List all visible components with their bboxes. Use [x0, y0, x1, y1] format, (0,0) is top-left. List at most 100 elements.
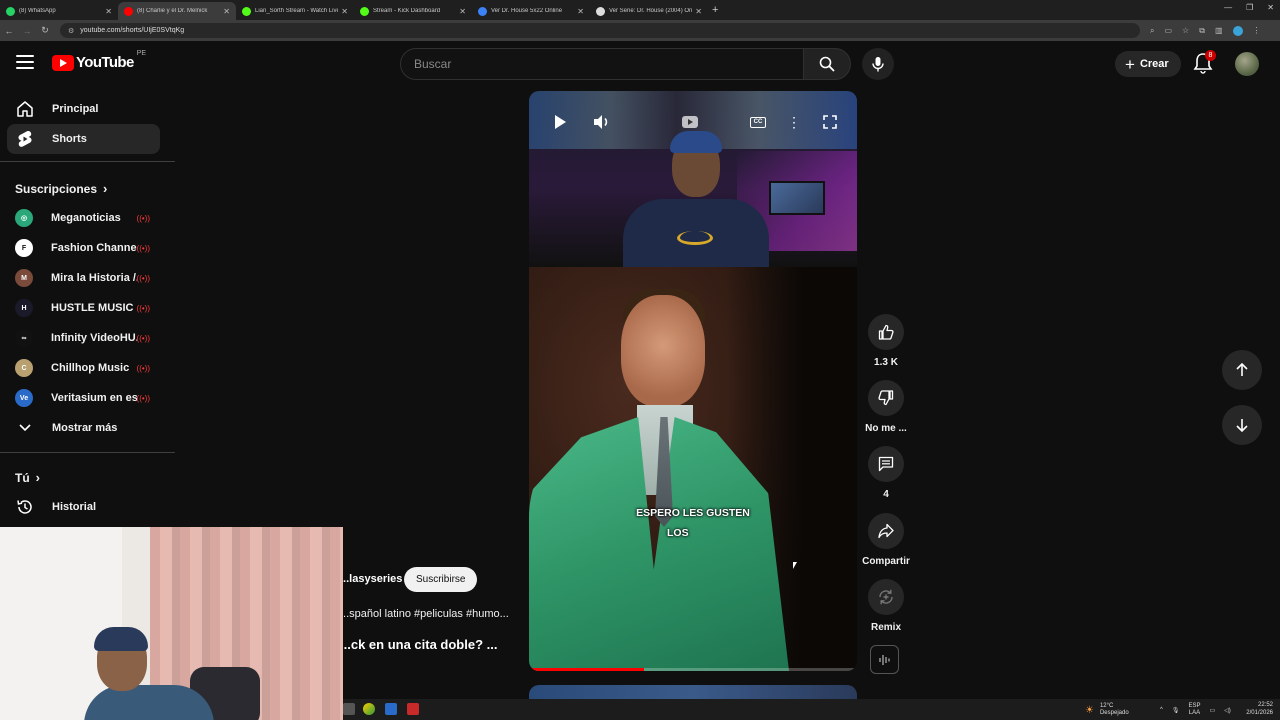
show-more-button[interactable]: Mostrar más — [7, 413, 160, 443]
language-indicator[interactable]: ESP LAA — [1188, 703, 1200, 717]
tab-close-icon[interactable]: ✕ — [105, 7, 112, 16]
browser-tab[interactable]: (8) WhatsApp ✕ — [0, 2, 118, 20]
browser-tab[interactable]: Ver Dr. House 5x22 Online ✕ — [472, 2, 590, 20]
chrome-taskbar-icon[interactable] — [363, 703, 375, 715]
zoom-icon[interactable]: ⌕ — [1150, 26, 1154, 36]
bookmark-star-icon[interactable]: ☆ — [1182, 26, 1189, 36]
video-progress-bar[interactable] — [529, 668, 857, 671]
sidebar-channel-item[interactable]: ∞ Infinity VideoHU... ((•)) — [7, 323, 160, 353]
tab-close-icon[interactable]: ✕ — [577, 7, 584, 16]
channel-avatar: C — [15, 359, 33, 377]
sidebar: Principal Shorts Suscripciones › ◎ Megano… — [0, 87, 175, 527]
create-button[interactable]: + Crear — [1115, 51, 1181, 77]
comments-action: 4 — [860, 446, 912, 500]
sidebar-item-label: Principal — [52, 103, 99, 115]
subscriptions-heading[interactable]: Suscripciones › — [15, 181, 107, 196]
subscribe-button[interactable]: Suscribirse — [404, 567, 478, 592]
extensions-icon[interactable]: ⧉ — [1199, 26, 1205, 36]
sidebar-channel-item[interactable]: H HUSTLE MUSIC (...((•)) — [7, 293, 160, 323]
captions-icon[interactable]: CC — [747, 113, 769, 131]
tray-chevron-icon[interactable]: ^ — [1160, 707, 1163, 713]
dislike-button[interactable] — [868, 380, 904, 416]
live-indicator-icon: ((•)) — [136, 273, 150, 283]
previous-short-button[interactable] — [1222, 350, 1262, 390]
youtube-logo[interactable]: YouTube PE — [52, 50, 146, 71]
sidebar-item-shorts[interactable]: Shorts — [7, 124, 160, 154]
sidebar-item-principal[interactable]: Principal — [7, 94, 160, 124]
hamburger-menu-icon[interactable] — [16, 55, 34, 69]
cast-icon[interactable]: ▭ — [1164, 26, 1172, 36]
close-window-icon[interactable]: ✕ — [1267, 3, 1274, 12]
app-taskbar-icon[interactable] — [407, 703, 419, 715]
subscribe-label: Suscribirse — [416, 574, 466, 585]
tab-favicon-icon — [124, 6, 133, 16]
browser-tab[interactable]: Lian_Sorth Stream - Watch Live ✕ — [236, 2, 354, 20]
next-short-button[interactable] — [1222, 405, 1262, 445]
share-button[interactable] — [868, 513, 904, 549]
steam-taskbar-icon[interactable] — [385, 703, 397, 715]
browser-tab[interactable]: Ver Serie: Dr. House (2004) Onl ✕ — [590, 2, 708, 20]
short-title[interactable]: ...ck en una cita doble? ... — [340, 637, 497, 652]
weather-icon: ☀ — [1085, 704, 1094, 716]
share-label: Compartir — [862, 556, 910, 567]
sidebar-channel-item[interactable]: M Mira la Historia /... ((•)) — [7, 263, 160, 293]
volume-icon[interactable] — [591, 113, 613, 131]
taskbar-clock[interactable]: 22:52 2/01/2026 — [1241, 701, 1273, 717]
search-button[interactable] — [803, 48, 851, 80]
tab-title: Ver Serie: Dr. House (2004) Onl — [609, 8, 693, 14]
thumbs-down-icon — [878, 390, 894, 406]
like-button[interactable] — [868, 314, 904, 350]
arrow-up-icon — [1236, 362, 1248, 376]
subtitle-line-1: ESPERO LES GUSTEN — [636, 507, 750, 519]
network-icon[interactable]: ▭ — [1209, 707, 1215, 714]
shorts-video-player[interactable]: CC ⋮ ESPERO LES GUSTEN LOS — [529, 91, 857, 671]
new-tab-button[interactable]: + — [712, 4, 718, 16]
like-count: 1.3 K — [874, 357, 898, 368]
tab-close-icon[interactable]: ✕ — [459, 7, 466, 16]
back-icon[interactable]: ← — [0, 26, 18, 36]
remix-button[interactable] — [868, 579, 904, 615]
channel-name: Meganoticias — [51, 212, 121, 224]
speaker-icon[interactable]: ◁) — [1224, 707, 1231, 714]
profile-icon[interactable] — [1232, 25, 1243, 36]
tab-close-icon[interactable]: ✕ — [223, 7, 230, 16]
sidebar-item-historial[interactable]: Historial — [7, 492, 160, 522]
account-avatar[interactable] — [1235, 52, 1259, 76]
short-channel-name[interactable]: ...lasyseries — [340, 573, 402, 585]
sidebar-channel-item[interactable]: C Chillhop Music ((•)) — [7, 353, 160, 383]
play-icon[interactable] — [549, 113, 571, 131]
channel-name: Veritasium en espa... — [51, 392, 137, 404]
search-input[interactable]: Buscar — [400, 48, 804, 80]
original-audio-button[interactable] — [870, 645, 899, 674]
streamer-figure — [619, 131, 769, 269]
more-options-icon[interactable]: ⋮ — [783, 113, 805, 131]
address-bar[interactable]: ⚙ youtube.com/shorts/UIjE0SVtqKg — [60, 23, 1140, 38]
tab-close-icon[interactable]: ✕ — [695, 7, 702, 16]
browser-tab[interactable]: Stream - Kick Dashboard ✕ — [354, 2, 472, 20]
comments-button[interactable] — [868, 446, 904, 482]
you-heading[interactable]: Tú › — [15, 470, 40, 485]
browser-menu-icon[interactable]: ⋮ — [1253, 26, 1261, 36]
voice-search-button[interactable] — [862, 48, 894, 80]
restore-icon[interactable]: ❐ — [1246, 3, 1253, 12]
taskbar-app-icon[interactable] — [343, 703, 355, 715]
webcam-person — [84, 685, 214, 720]
sidebar-icon[interactable]: ▥ — [1215, 26, 1223, 36]
forward-icon[interactable]: → — [18, 26, 36, 36]
weather-widget[interactable]: ☀ 12°C Despejado — [1085, 701, 1129, 719]
notifications-button[interactable]: 8 — [1193, 50, 1217, 76]
browser-tab[interactable]: (8) Charlie y el Dr. Melnick ✕ — [118, 2, 236, 20]
site-info-icon[interactable]: ⚙ — [68, 27, 74, 35]
tray-mic-icon[interactable]: 🎙 — [1172, 707, 1180, 714]
weather-condition: Despejado — [1099, 710, 1129, 716]
minimize-icon[interactable]: — — [1224, 3, 1232, 12]
channel-avatar: H — [15, 299, 33, 317]
sidebar-channel-item[interactable]: Ve Veritasium en espa...((•)) — [7, 383, 160, 413]
sidebar-channel-item[interactable]: ◎ Meganoticias ((•)) — [7, 203, 160, 233]
fullscreen-icon[interactable] — [819, 113, 841, 131]
short-hashtags[interactable]: ...spañol latino #peliculas #humo... — [340, 608, 509, 620]
tab-close-icon[interactable]: ✕ — [341, 7, 348, 16]
channel-avatar: ∞ — [15, 329, 33, 347]
reload-icon[interactable]: ↻ — [36, 25, 54, 36]
sidebar-channel-item[interactable]: F Fashion Channel ((•)) — [7, 233, 160, 263]
